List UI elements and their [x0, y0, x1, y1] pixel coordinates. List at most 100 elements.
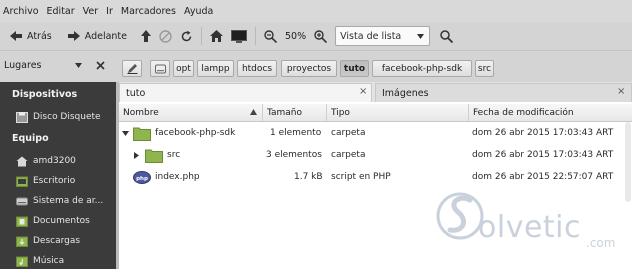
- close-icon[interactable]: ×: [359, 86, 367, 97]
- back-label: Atrás: [27, 30, 52, 42]
- folder-icon: [145, 149, 163, 163]
- breadcrumb-proyectos[interactable]: proyectos: [281, 60, 337, 77]
- desktop-folder-icon: [16, 176, 28, 187]
- file-type: carpeta: [331, 150, 366, 160]
- forward-label: Adelante: [84, 30, 127, 42]
- view-mode-value: Vista de lista: [340, 30, 402, 42]
- dropdown-arrow-icon: [417, 33, 425, 39]
- tab-imagenes[interactable]: Imágenes: [375, 83, 632, 102]
- computer-button[interactable]: [227, 25, 251, 47]
- expander-collapsed-icon[interactable]: [134, 152, 139, 159]
- search-button[interactable]: [436, 25, 457, 47]
- forward-button[interactable]: Adelante: [64, 25, 131, 47]
- breadcrumb-lampp[interactable]: lampp: [197, 60, 234, 77]
- breadcrumb-tuto[interactable]: tuto: [340, 60, 369, 77]
- sidebar-item-label: Documentos: [33, 216, 90, 226]
- sidebar-item-filesystem[interactable]: Sistema de ar...: [16, 192, 103, 210]
- expander-expanded-icon[interactable]: [122, 131, 129, 136]
- sidebar-item-label: amd3200: [33, 156, 76, 166]
- breadcrumb-opt[interactable]: opt: [173, 60, 194, 77]
- sidebar-item-label: Sistema de ar...: [33, 196, 104, 206]
- monitor-icon: [231, 29, 247, 43]
- zoom-out-button[interactable]: [260, 25, 281, 47]
- sidebar-item-label: Música: [33, 256, 65, 266]
- drive-icon: [16, 197, 28, 205]
- menu-marcadores[interactable]: Marcadores: [121, 6, 176, 17]
- menu-ayuda[interactable]: Ayuda: [184, 6, 213, 17]
- sidebar-item-documents[interactable]: Documentos: [16, 212, 90, 230]
- file-modified: dom 26 abr 2015 17:03:43 ART: [472, 150, 614, 160]
- sidebar-heading-computer: Equipo: [12, 133, 49, 144]
- sidebar-item-amd3200[interactable]: amd3200: [16, 152, 76, 170]
- zoom-level: 50%: [285, 30, 307, 42]
- file-name: facebook-php-sdk: [155, 128, 236, 138]
- table-row[interactable]: src 3 elementos carpeta dom 26 abr 2015 …: [119, 145, 632, 167]
- file-size: 1 elemento: [270, 128, 322, 138]
- php-file-icon: php: [133, 171, 151, 184]
- arrow-left-icon: [10, 31, 22, 41]
- tab-tuto[interactable]: tuto: [119, 83, 372, 102]
- watermark-text: olvetic: [478, 210, 581, 245]
- sidebar-item-downloads[interactable]: Descargas: [16, 232, 80, 250]
- scrollbar[interactable]: [625, 122, 631, 202]
- file-name: index.php: [155, 172, 200, 182]
- reload-icon: [181, 30, 192, 41]
- drive-icon: [154, 64, 166, 73]
- floppy-icon: [16, 111, 28, 123]
- edit-location-button[interactable]: [122, 60, 142, 77]
- reload-button[interactable]: [176, 25, 197, 47]
- sidebar-item-floppy[interactable]: Disco Disquete: [16, 108, 101, 126]
- stop-icon: [159, 29, 172, 43]
- file-size: 1.7 kB: [294, 172, 323, 182]
- up-button[interactable]: [137, 25, 155, 47]
- pencil-icon: [127, 64, 137, 74]
- breadcrumb-facebook-php-sdk[interactable]: facebook-php-sdk: [372, 60, 472, 77]
- sidebar-item-label: Escritorio: [33, 176, 76, 186]
- svg-text:php: php: [136, 176, 148, 182]
- home-folder-icon: [16, 156, 28, 166]
- file-modified: dom 26 abr 2015 17:03:43 ART: [472, 128, 614, 138]
- zoom-in-button[interactable]: [310, 25, 331, 47]
- toolbar: Atrás Adelante 50% Vista de lista: [0, 22, 632, 51]
- menu-ver[interactable]: Ver: [83, 6, 99, 17]
- sidebar-title: Lugares: [4, 60, 42, 71]
- file-type: carpeta: [331, 128, 366, 138]
- toolbar-separator: [201, 27, 202, 45]
- zoom-out-icon: [264, 29, 277, 43]
- sort-up-icon: [250, 109, 257, 115]
- table-row[interactable]: facebook-php-sdk 1 elemento carpeta dom …: [119, 123, 632, 145]
- root-drive-button[interactable]: [150, 60, 170, 77]
- table-row[interactable]: php index.php 1.7 kB script en PHP dom 2…: [119, 167, 632, 189]
- column-header-size[interactable]: Tamaño: [263, 104, 327, 122]
- file-modified: dom 26 abr 2015 22:57:07 ART: [472, 172, 614, 182]
- column-header-modified[interactable]: Fecha de modificación: [469, 104, 632, 122]
- sidebar-item-desktop[interactable]: Escritorio: [16, 172, 75, 190]
- stop-button[interactable]: [155, 25, 176, 47]
- sidebar-heading-devices: Dispositivos: [12, 89, 78, 100]
- column-header-label: Nombre: [123, 107, 159, 118]
- sidebar-item-label: Descargas: [33, 236, 81, 246]
- back-button[interactable]: Atrás: [6, 25, 56, 47]
- sidebar-item-music[interactable]: Música: [16, 252, 64, 269]
- dropdown-arrow-icon[interactable]: [75, 63, 82, 68]
- file-name: src: [167, 150, 181, 160]
- menu-editar[interactable]: Editar: [47, 6, 75, 17]
- home-icon: [210, 30, 223, 42]
- column-header-name[interactable]: Nombre: [119, 104, 263, 122]
- tab-label: tuto: [126, 87, 146, 99]
- sidebar: Dispositivos Disco Disquete Equipo amd32…: [0, 82, 116, 269]
- breadcrumb-htdocs[interactable]: htdocs: [237, 60, 277, 77]
- menu-archivo[interactable]: Archivo: [3, 6, 39, 17]
- close-icon[interactable]: [96, 61, 105, 70]
- home-button[interactable]: [206, 25, 227, 47]
- music-folder-icon: [16, 256, 28, 267]
- close-icon[interactable]: ×: [617, 86, 625, 97]
- menu-ir[interactable]: Ir: [106, 6, 113, 17]
- arrow-up-icon: [141, 30, 151, 42]
- breadcrumb-src[interactable]: src: [475, 60, 494, 77]
- watermark-suffix: .com: [586, 236, 616, 250]
- column-header-label: Fecha de modificación: [473, 107, 574, 118]
- column-header-type[interactable]: Tipo: [327, 104, 469, 122]
- view-mode-select[interactable]: Vista de lista: [335, 26, 431, 46]
- location-bar: Lugares opt lampp htdocs proyectos tuto …: [0, 52, 632, 82]
